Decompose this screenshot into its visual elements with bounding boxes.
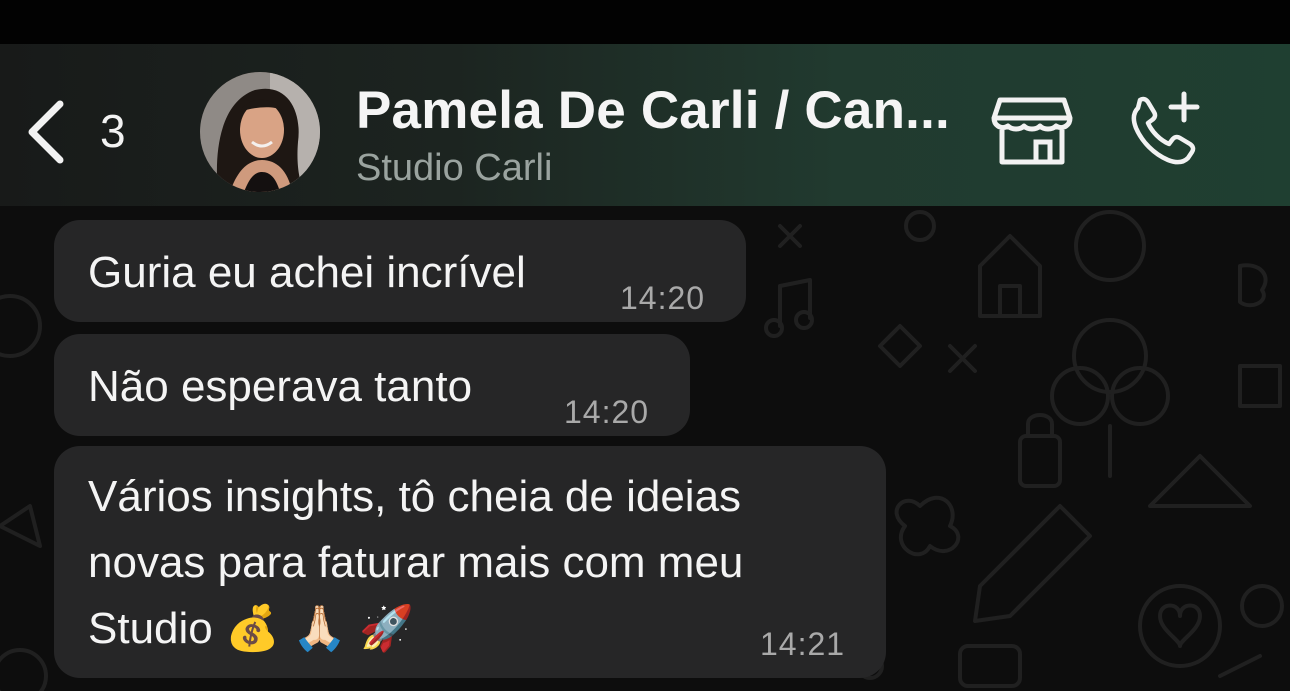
message-bubble[interactable]: Guria eu achei incrível 14:20 [54,220,746,322]
chat-screen: 3 Pamela De Carli / Can... Studio Carli [0,0,1290,691]
message-text: Não esperava tanto [88,362,473,411]
avatar-photo [200,72,320,192]
contact-info[interactable]: Pamela De Carli / Can... Studio Carli [356,84,956,187]
message-list[interactable]: Guria eu achei incrível 14:20 Não espera… [0,206,1290,691]
message-time: 14:21 [760,626,846,662]
chat-header: 3 Pamela De Carli / Can... Studio Carli [0,44,1290,206]
message-time: 14:20 [620,280,706,316]
unread-count: 3 [100,105,126,157]
message-time: 14:20 [564,394,650,430]
status-bar [0,0,1290,44]
message-text: Guria eu achei incrível [88,248,526,297]
add-call-icon [1131,91,1200,165]
back-button[interactable]: 3 [20,96,150,166]
message-text: Vários insights, tô cheia de ideias nova… [88,472,744,653]
avatar[interactable] [200,72,320,192]
storefront-icon [991,97,1073,165]
contact-subtitle: Studio Carli [356,147,553,189]
catalog-button[interactable] [990,92,1074,168]
call-button[interactable] [1124,90,1204,170]
message-bubble[interactable]: Vários insights, tô cheia de ideias nova… [54,446,886,678]
chevron-left-icon [28,100,64,164]
contact-name: Pamela De Carli / Can... [356,81,950,140]
message-bubble[interactable]: Não esperava tanto 14:20 [54,334,690,436]
